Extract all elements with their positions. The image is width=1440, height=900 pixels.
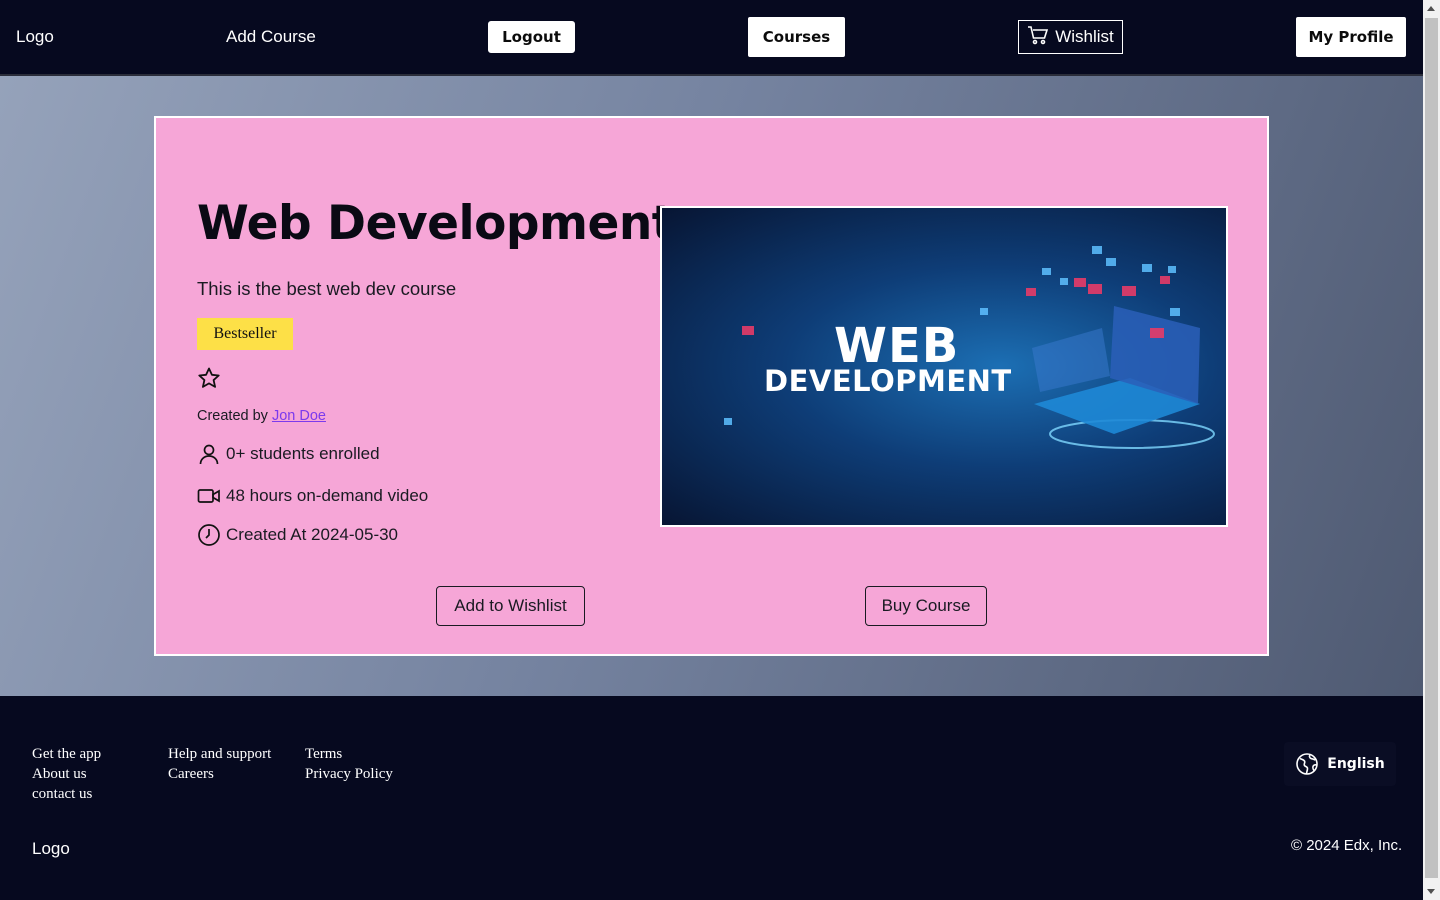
add-to-wishlist-button[interactable]: Add to Wishlist xyxy=(436,586,585,626)
footer-link-help[interactable]: Help and support xyxy=(168,745,271,763)
language-label: English xyxy=(1327,756,1385,772)
cart-icon xyxy=(1027,25,1049,50)
buy-course-button[interactable]: Buy Course xyxy=(865,586,987,626)
course-image: WEB DEVELOPMENT xyxy=(660,206,1228,527)
courses-button[interactable]: Courses xyxy=(748,17,845,57)
footer-logo[interactable]: Logo xyxy=(32,839,70,859)
students-text: 0+ students enrolled xyxy=(226,444,380,463)
my-profile-button[interactable]: My Profile xyxy=(1296,17,1406,57)
star-icon[interactable] xyxy=(197,366,221,390)
author-link[interactable]: Jon Doe xyxy=(272,408,326,424)
nav-logo[interactable]: Logo xyxy=(16,27,54,47)
footer: Get the app About us contact us Help and… xyxy=(0,696,1423,900)
created-by-prefix: Created by xyxy=(197,408,268,424)
video-hours: 48 hours on-demand video xyxy=(197,484,428,508)
created-at-text: Created At 2024-05-30 xyxy=(226,525,399,544)
globe-icon xyxy=(1296,753,1319,775)
footer-link-contact[interactable]: contact us xyxy=(32,785,101,803)
footer-column-3: Terms Privacy Policy xyxy=(305,745,393,783)
vertical-scrollbar[interactable] xyxy=(1423,0,1440,900)
copyright-text: © 2024 Edx, Inc. xyxy=(1291,837,1403,854)
footer-link-privacy[interactable]: Privacy Policy xyxy=(305,765,393,783)
scroll-down-arrow-icon[interactable] xyxy=(1427,889,1435,894)
wishlist-label: Wishlist xyxy=(1055,27,1114,46)
footer-column-2: Help and support Careers xyxy=(168,745,271,783)
top-navbar: Logo Add Course Logout Courses Wishlist … xyxy=(0,0,1423,76)
logout-button[interactable]: Logout xyxy=(488,21,575,53)
footer-column-1: Get the app About us contact us xyxy=(32,745,101,803)
footer-link-careers[interactable]: Careers xyxy=(168,765,271,783)
course-title: Web Development xyxy=(197,196,674,251)
course-description: This is the best web dev course xyxy=(197,278,457,299)
footer-link-get-app[interactable]: Get the app xyxy=(32,745,101,763)
footer-link-about[interactable]: About us xyxy=(32,765,101,783)
image-title-development: DEVELOPMENT xyxy=(764,364,1012,398)
language-selector[interactable]: English xyxy=(1284,742,1396,786)
course-card: Web Development This is the best web dev… xyxy=(154,116,1269,656)
user-icon xyxy=(199,444,219,465)
clock-icon xyxy=(198,524,220,546)
scrollbar-thumb[interactable] xyxy=(1425,18,1438,878)
video-text: 48 hours on-demand video xyxy=(226,486,429,505)
scroll-up-arrow-icon[interactable] xyxy=(1427,6,1435,11)
bestseller-badge: Bestseller xyxy=(197,318,293,350)
created-at: Created At 2024-05-30 xyxy=(197,523,398,547)
footer-link-terms[interactable]: Terms xyxy=(305,745,393,763)
created-by: Created by Jon Doe xyxy=(197,408,326,424)
video-camera-icon xyxy=(197,489,220,503)
wishlist-button[interactable]: Wishlist xyxy=(1018,20,1123,54)
students-enrolled: 0+ students enrolled xyxy=(197,442,380,466)
add-course-link[interactable]: Add Course xyxy=(226,27,316,47)
course-page-main: Web Development This is the best web dev… xyxy=(0,76,1423,696)
